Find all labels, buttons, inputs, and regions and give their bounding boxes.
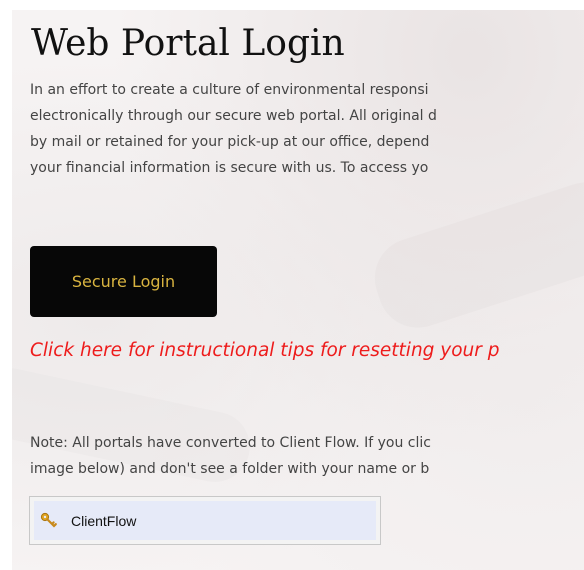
content-panel: Web Portal Login In an effort to create …	[12, 10, 584, 570]
note-line: Note: All portals have converted to Clie…	[30, 435, 431, 451]
intro-paragraph: In an effort to create a culture of envi…	[30, 77, 437, 181]
intro-line: by mail or retained for your pick-up at …	[30, 134, 430, 150]
secure-login-button[interactable]: Secure Login	[30, 246, 217, 317]
clientflow-folder-row[interactable]: ClientFlow	[34, 501, 376, 540]
note-paragraph: Note: All portals have converted to Clie…	[30, 430, 431, 482]
clientflow-label: ClientFlow	[71, 512, 137, 529]
page-title: Web Portal Login	[31, 23, 345, 64]
reset-tips-link[interactable]: Click here for instructional tips for re…	[30, 337, 500, 365]
intro-line: electronically through our secure web po…	[30, 108, 437, 124]
clientflow-folder-image[interactable]: ClientFlow	[29, 496, 381, 545]
key-icon	[39, 511, 59, 531]
intro-line: In an effort to create a culture of envi…	[30, 82, 429, 98]
note-line: image below) and don't see a folder with…	[30, 461, 430, 477]
intro-line: your financial information is secure wit…	[30, 160, 429, 176]
